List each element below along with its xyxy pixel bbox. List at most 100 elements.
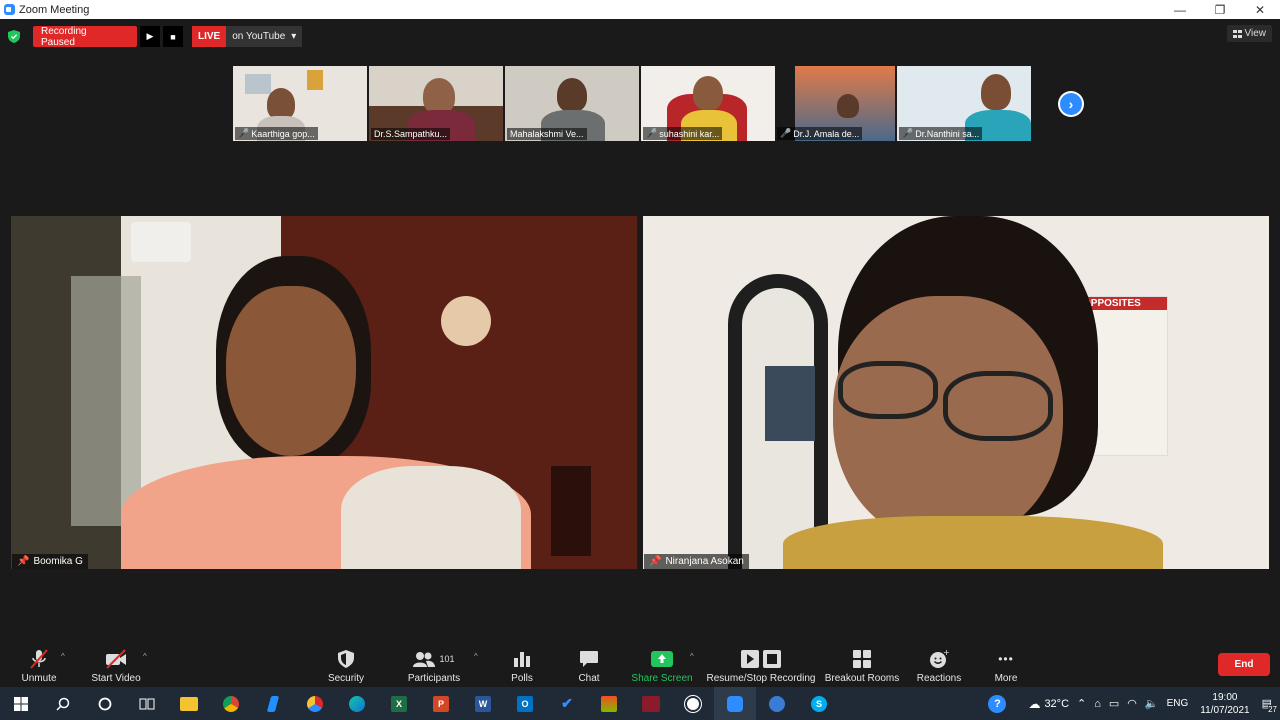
stop-recording-button[interactable]: ■ — [163, 26, 183, 47]
whatsapp-icon — [685, 695, 701, 712]
glasses-right-lens — [943, 371, 1053, 441]
participant-name: Mahalakshmi Ve... — [510, 129, 584, 139]
window-titlebar: Zoom Meeting — ❐ ✕ — [0, 0, 1280, 19]
window-controls: — ❐ ✕ — [1160, 0, 1280, 19]
app-taskbar-icon[interactable] — [588, 687, 630, 720]
share-options-caret-icon[interactable]: ^ — [690, 652, 694, 661]
mic-muted-icon — [28, 648, 50, 670]
edge-taskbar-icon[interactable] — [336, 687, 378, 720]
breakout-rooms-label: Breakout Rooms — [824, 673, 900, 684]
polls-button[interactable]: Polls — [505, 644, 539, 687]
participant-name: Dr.J. Amala de... — [793, 128, 860, 139]
skype-taskbar-icon[interactable]: S — [798, 687, 840, 720]
powerpoint-taskbar-icon[interactable]: P — [420, 687, 462, 720]
participant-thumbnail[interactable]: Dr.S.Sampathku... — [369, 66, 503, 141]
polls-label: Polls — [511, 673, 533, 684]
notifications-button[interactable]: ▤ 27 — [1258, 697, 1280, 714]
close-button[interactable]: ✕ — [1240, 0, 1280, 19]
whatsapp-taskbar-icon[interactable] — [672, 687, 714, 720]
paint-taskbar-icon[interactable] — [294, 687, 336, 720]
participant-thumbnail-strip: 🎤 Kaarthiga gop... Dr.S.Sampathku... Maha… — [233, 66, 1031, 141]
game-taskbar-icon[interactable] — [630, 687, 672, 720]
participant-thumbnail[interactable]: 🎤 suhashini kar... — [641, 66, 775, 141]
participant-face — [423, 78, 455, 114]
video-options-caret-icon[interactable]: ^ — [143, 652, 147, 661]
share-screen-button[interactable]: Share Screen — [630, 644, 694, 687]
participants-caret-icon[interactable]: ^ — [474, 652, 478, 661]
excel-taskbar-icon[interactable]: X — [378, 687, 420, 720]
livestream-status[interactable]: LIVE on YouTube ▾ — [192, 26, 303, 47]
participant-thumbnail[interactable]: 🎤 Dr.J. Amala de... — [777, 66, 895, 141]
participant-name: Niranjana Asokan — [665, 556, 744, 567]
participants-button[interactable]: 101 Participants — [403, 644, 465, 687]
chat-label: Chat — [578, 673, 600, 684]
wifi-icon[interactable]: ◠ — [1123, 697, 1141, 710]
participant-dupatta — [341, 466, 521, 569]
weather-widget[interactable]: ☁ 32°C — [1024, 697, 1073, 711]
more-button[interactable]: ••• More — [988, 644, 1024, 687]
volume-icon[interactable]: 🔈 — [1141, 697, 1163, 710]
zoom-icon — [727, 695, 743, 712]
language-indicator[interactable]: ENG — [1163, 698, 1193, 709]
live-badge: LIVE — [192, 26, 227, 47]
livestream-platform-label: on YouTube — [232, 31, 286, 42]
battery-icon[interactable]: ▭ — [1105, 697, 1123, 710]
participant-thumbnail[interactable]: Mahalakshmi Ve... — [505, 66, 639, 141]
mic-muted-icon: 🎤 — [902, 128, 914, 138]
end-meeting-button[interactable]: End — [1218, 653, 1270, 676]
help-tray-icon[interactable]: ? — [984, 694, 1010, 713]
reactions-button[interactable]: + Reactions — [915, 644, 963, 687]
unmute-button[interactable]: Unmute — [18, 644, 60, 687]
livestream-platform[interactable]: on YouTube ▾ — [226, 26, 303, 47]
palette-icon — [307, 695, 323, 712]
participant-thumbnail[interactable]: 🎤 Kaarthiga gop... — [233, 66, 367, 141]
word-taskbar-icon[interactable]: W — [462, 687, 504, 720]
participants-label: Participants — [407, 673, 461, 684]
network-icon[interactable]: ⌂ — [1090, 698, 1105, 710]
encryption-shield-icon[interactable] — [6, 29, 22, 45]
start-video-button[interactable]: Start Video — [88, 644, 144, 687]
participants-count: 101 — [439, 654, 455, 664]
task-view-button[interactable] — [126, 687, 168, 720]
clock[interactable]: 19:00 11/07/2021 — [1192, 691, 1257, 717]
video-tile[interactable]: 📌 Boomika G — [11, 216, 637, 569]
app-taskbar-icon[interactable] — [756, 687, 798, 720]
pin-icon: 📌 — [649, 556, 662, 567]
clock-time: 19:00 — [1212, 691, 1238, 703]
thumbnail-name-label: Mahalakshmi Ve... — [507, 128, 587, 140]
chat-button[interactable]: Chat — [572, 644, 606, 687]
meeting-toolbar: Unmute ^ Start Video ^ Security 101 Part… — [0, 644, 1280, 687]
zoom-taskbar-icon[interactable] — [714, 687, 756, 720]
cortana-button[interactable] — [84, 687, 126, 720]
todo-taskbar-icon[interactable]: ✔ — [546, 687, 588, 720]
resume-recording-button[interactable]: ▶ — [140, 26, 160, 47]
svg-text:+: + — [943, 649, 949, 657]
app-taskbar-icon[interactable] — [252, 687, 294, 720]
search-button[interactable] — [42, 687, 84, 720]
cloud-icon: ☁ — [1028, 696, 1041, 711]
participant-name: Kaarthiga gop... — [251, 128, 315, 139]
view-button-label: View — [1244, 28, 1267, 39]
video-tile[interactable]: OPPOSITES 📌 Niranjana Asokan — [643, 216, 1269, 569]
thumbnail-name-label: Dr.S.Sampathku... — [371, 128, 451, 140]
windows-taskbar: X P W O ✔ S ? ☁ 32°C ⌃ ⌂ ▭ ◠ 🔈 ENG 19:00… — [0, 687, 1280, 720]
audio-options-caret-icon[interactable]: ^ — [61, 652, 65, 661]
app-icon — [769, 695, 785, 712]
view-button[interactable]: View — [1226, 25, 1272, 42]
help-icon: ? — [988, 694, 1007, 713]
security-button[interactable]: Security — [322, 644, 370, 687]
outlook-taskbar-icon[interactable]: O — [504, 687, 546, 720]
minimize-button[interactable]: — — [1160, 0, 1200, 19]
powerpoint-icon: P — [433, 695, 449, 712]
resume-stop-recording-button[interactable]: Resume/Stop Recording — [705, 644, 817, 687]
show-hidden-icons-button[interactable]: ⌃ — [1073, 697, 1090, 710]
participant-thumbnail[interactable]: 🎤 Dr.Nanthini sa... — [897, 66, 1031, 141]
start-video-label: Start Video — [91, 673, 141, 684]
start-button[interactable] — [0, 687, 42, 720]
chrome-taskbar-icon[interactable] — [210, 687, 252, 720]
breakout-rooms-button[interactable]: Breakout Rooms — [823, 644, 901, 687]
maximize-button[interactable]: ❐ — [1200, 0, 1240, 19]
next-page-button[interactable]: › — [1058, 91, 1084, 117]
mic-muted-icon: 🎤 — [646, 128, 658, 138]
file-explorer-taskbar-icon[interactable] — [168, 687, 210, 720]
